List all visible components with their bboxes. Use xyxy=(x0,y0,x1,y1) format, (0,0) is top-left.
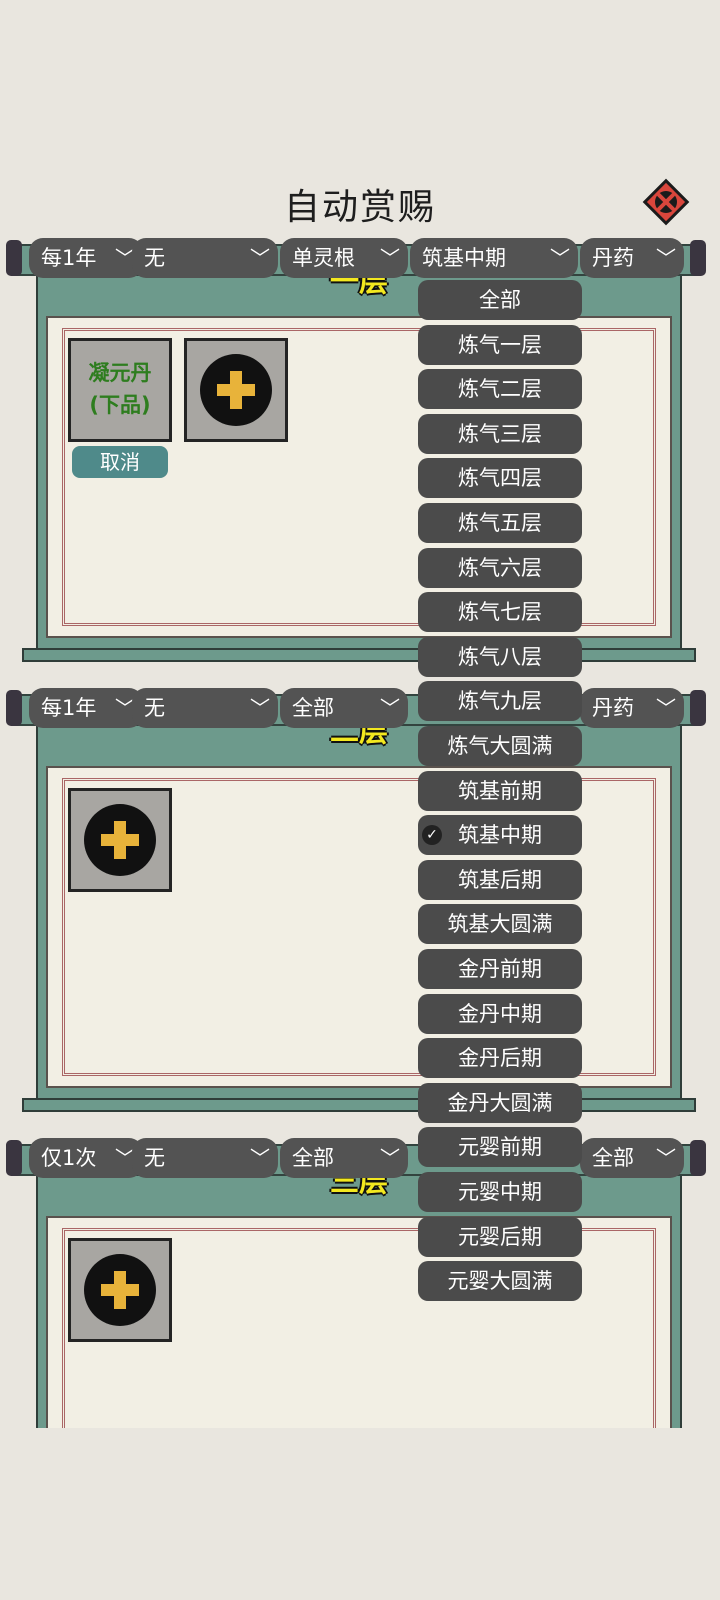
realm-option[interactable]: 炼气六层 xyxy=(418,547,582,588)
panel-tier-2: 二层 xyxy=(22,706,696,1112)
realm-option-label: 炼气八层 xyxy=(458,644,542,669)
realm-option-label: 金丹后期 xyxy=(458,1046,542,1071)
chevron-down-icon: ﹀ xyxy=(550,246,570,270)
realm-option[interactable]: 金丹大圆满 xyxy=(418,1082,582,1123)
chevron-down-icon: ﹀ xyxy=(380,1146,400,1170)
category-dropdown[interactable]: 丹药 ﹀ xyxy=(580,688,684,728)
item-dropdown[interactable]: 无 ﹀ xyxy=(132,238,278,278)
realm-option[interactable]: 炼气三层 xyxy=(418,413,582,454)
realm-option[interactable]: 炼气九层 xyxy=(418,681,582,722)
add-reward-button[interactable] xyxy=(68,1238,172,1342)
chevron-down-icon: ﹀ xyxy=(656,1146,676,1170)
panel-tier-1: 一层 凝元丹 (下品) 取消 xyxy=(22,256,696,662)
realm-option[interactable]: 炼气八层 xyxy=(418,636,582,677)
spirit-root-dropdown[interactable]: 全部 ﹀ xyxy=(280,688,408,728)
realm-option[interactable]: 炼气一层 xyxy=(418,324,582,365)
realm-option-label: 炼气二层 xyxy=(458,377,542,402)
realm-option-label: 炼气四层 xyxy=(458,466,542,491)
close-icon xyxy=(642,178,690,226)
realm-option[interactable]: 炼气二层 xyxy=(418,369,582,410)
realm-option-label: 金丹中期 xyxy=(458,1001,542,1026)
realm-option-label: 元婴前期 xyxy=(458,1135,542,1160)
panel-tier-3: 三层 xyxy=(36,1156,682,1466)
chevron-down-icon: ﹀ xyxy=(380,246,400,270)
item-grade: (下品) xyxy=(89,393,151,417)
reward-slot-item[interactable]: 凝元丹 (下品) xyxy=(68,338,172,442)
realm-option-label: 元婴大圆满 xyxy=(447,1269,553,1294)
plus-icon xyxy=(84,804,156,876)
realm-option-label: 炼气大圆满 xyxy=(447,734,553,758)
frequency-dropdown[interactable]: 每1年 ﹀ xyxy=(29,238,143,278)
add-reward-button[interactable] xyxy=(68,788,172,892)
category-dropdown[interactable]: 全部 ﹀ xyxy=(580,1138,684,1178)
plus-icon xyxy=(84,1254,156,1326)
frequency-dropdown[interactable]: 仅1次 ﹀ xyxy=(29,1138,143,1178)
filter-bar-1: 每1年 ﹀ 无 ﹀ 单灵根 ﹀ 筑基中期 ﹀ 丹药 ﹀ xyxy=(6,236,706,280)
realm-option[interactable]: 筑基前期 xyxy=(418,770,582,811)
chevron-down-icon: ﹀ xyxy=(250,1146,270,1170)
chevron-down-icon: ﹀ xyxy=(250,696,270,720)
realm-option[interactable]: 金丹前期 xyxy=(418,949,582,989)
checkmark-icon: ✓ xyxy=(422,825,442,846)
category-dropdown[interactable]: 丹药 ﹀ xyxy=(580,238,684,278)
chevron-down-icon: ﹀ xyxy=(250,246,270,270)
realm-option-label: 筑基前期 xyxy=(458,778,542,803)
realm-option-label: 炼气六层 xyxy=(458,555,542,580)
close-button[interactable] xyxy=(640,176,692,228)
realm-option[interactable]: 炼气四层 xyxy=(418,458,582,499)
realm-option-label: 金丹前期 xyxy=(458,957,542,981)
realm-option-label: 金丹大圆满 xyxy=(447,1090,553,1115)
realm-dropdown[interactable]: 筑基中期 ﹀ xyxy=(410,238,578,278)
realm-option[interactable]: 金丹中期 xyxy=(418,993,582,1034)
filter-bar-3: 仅1次 ﹀ 无 ﹀ 全部 ﹀ 全部 ﹀ xyxy=(6,1136,706,1180)
realm-option[interactable]: ✓ 筑基中期 xyxy=(418,815,582,856)
spirit-root-dropdown[interactable]: 全部 ﹀ xyxy=(280,1138,408,1178)
realm-option[interactable]: 金丹后期 xyxy=(418,1038,582,1079)
realm-option[interactable]: 炼气七层 xyxy=(418,592,582,633)
chevron-down-icon: ﹀ xyxy=(656,696,676,720)
chevron-down-icon: ﹀ xyxy=(380,696,400,720)
item-name: 凝元丹 xyxy=(88,361,152,385)
realm-option-label: 筑基中期 xyxy=(458,823,542,848)
realm-option[interactable]: 元婴后期 xyxy=(418,1216,582,1257)
realm-option-label: 炼气三层 xyxy=(458,421,542,446)
realm-option-label: 炼气九层 xyxy=(458,689,542,714)
chevron-down-icon: ﹀ xyxy=(656,246,676,270)
realm-option[interactable]: 炼气大圆满 xyxy=(418,726,582,766)
realm-option[interactable]: 炼气五层 xyxy=(418,503,582,543)
filter-bar-2: 每1年 ﹀ 无 ﹀ 全部 ﹀ 丹药 ﹀ xyxy=(6,686,706,730)
plus-icon xyxy=(200,354,272,426)
realm-option[interactable]: 全部 xyxy=(418,280,582,320)
realm-option-label: 元婴中期 xyxy=(458,1180,542,1204)
realm-option-label: 全部 xyxy=(479,288,521,312)
page-title: 自动赏赐 xyxy=(283,187,436,228)
add-reward-button[interactable] xyxy=(184,338,288,442)
item-dropdown[interactable]: 无 ﹀ xyxy=(132,688,278,728)
realm-option-label: 炼气一层 xyxy=(458,332,542,357)
realm-option-label: 炼气七层 xyxy=(458,600,542,625)
realm-option[interactable]: 筑基大圆满 xyxy=(418,904,582,945)
realm-option[interactable]: 元婴大圆满 xyxy=(418,1261,582,1302)
realm-option[interactable]: 元婴中期 xyxy=(418,1172,582,1212)
frequency-dropdown[interactable]: 每1年 ﹀ xyxy=(29,688,143,728)
realm-option[interactable]: 筑基后期 xyxy=(418,859,582,900)
item-dropdown[interactable]: 无 ﹀ xyxy=(132,1138,278,1178)
spirit-root-dropdown[interactable]: 单灵根 ﹀ xyxy=(280,238,408,278)
realm-option-label: 元婴后期 xyxy=(458,1224,542,1249)
realm-option-label: 筑基后期 xyxy=(458,867,542,892)
realm-option-label: 筑基大圆满 xyxy=(447,912,553,937)
realm-option[interactable]: 元婴前期 xyxy=(418,1127,582,1168)
cancel-button[interactable]: 取消 xyxy=(72,446,168,478)
realm-option-label: 炼气五层 xyxy=(458,511,542,535)
